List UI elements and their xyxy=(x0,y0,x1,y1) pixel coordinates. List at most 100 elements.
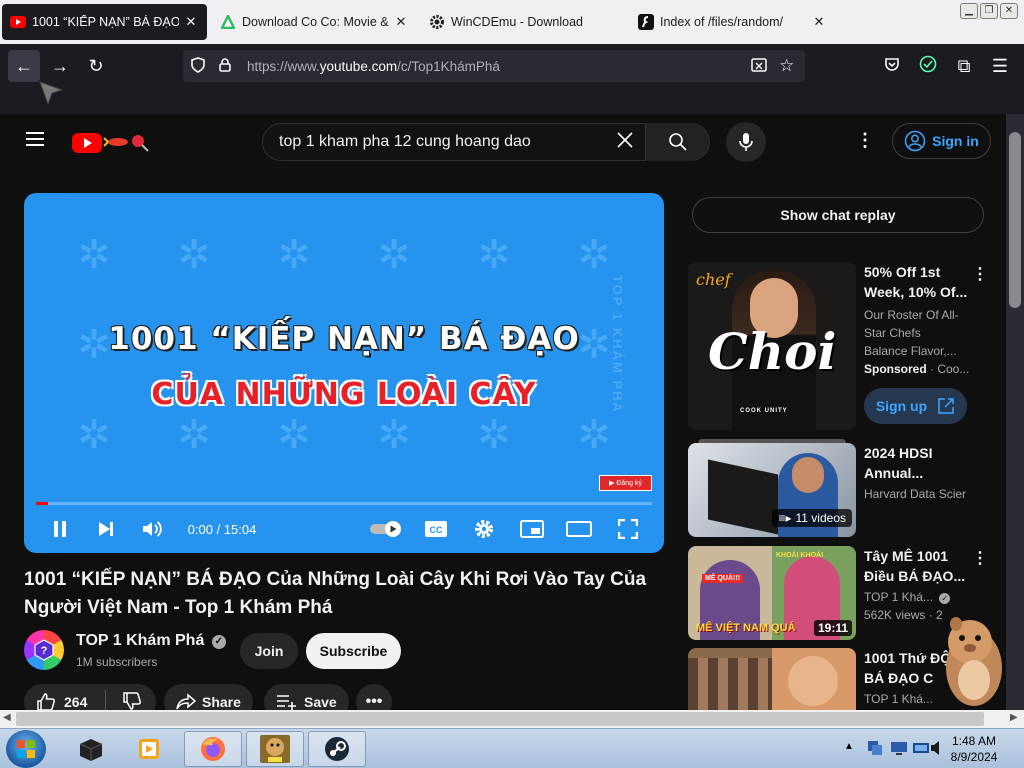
join-button[interactable]: Join xyxy=(240,633,298,669)
close-tab-icon[interactable]: ✕ xyxy=(393,14,409,30)
channel-avatar[interactable]: ? xyxy=(24,630,64,670)
maximize-icon[interactable]: ❐ xyxy=(980,3,998,19)
next-button[interactable] xyxy=(92,511,120,547)
voice-search-button[interactable] xyxy=(726,122,766,162)
ad-big-text: Choi xyxy=(708,322,837,381)
autoplay-toggle[interactable] xyxy=(368,511,404,547)
video-card-title[interactable]: Tây MÊ 1001 Điều BÁ ĐẠO... xyxy=(864,546,982,586)
thumb-tag: KHOÁI KHOÁI xyxy=(776,552,824,559)
playlist-card[interactable]: ≡▸ 11 videos 2024 HDSI Annual... Harvard… xyxy=(688,439,1004,539)
tray-icon-volume[interactable] xyxy=(930,739,944,762)
taskbar-firefox[interactable] xyxy=(184,731,242,767)
bookmark-star-icon[interactable]: ☆ xyxy=(779,56,797,76)
guide-menu-button[interactable] xyxy=(24,130,48,154)
video-overlay-title: 1001 “KIẾP NẠN” BÁ ĐẠO xyxy=(108,321,580,357)
snowflake-decoration: ✲ xyxy=(177,233,211,277)
snowflake-decoration: ✲ xyxy=(277,233,311,277)
scroll-right-icon[interactable]: ▶ xyxy=(1010,712,1018,723)
taskbar-app-box[interactable] xyxy=(62,731,120,767)
apk-icon xyxy=(220,14,236,30)
vertical-scrollbar[interactable] xyxy=(1006,114,1024,710)
tab-youtube[interactable]: 1001 “KIẾP NẠN” BÁ ĐẠO Củ ✕ xyxy=(2,4,207,40)
settings-more-button[interactable]: ⋮ xyxy=(856,130,874,154)
subscribe-badge[interactable]: ▶ Đăng ký xyxy=(599,475,652,491)
like-button[interactable]: 264 xyxy=(36,692,87,712)
more-vertical-icon[interactable]: ⋮ xyxy=(972,548,988,568)
video-progress-bar[interactable] xyxy=(36,502,652,505)
settings-button[interactable] xyxy=(470,511,498,547)
extensions-button[interactable]: ⧉ xyxy=(948,50,980,82)
taskbar-game-box[interactable] xyxy=(246,731,304,767)
ad-signup-button[interactable]: Sign up xyxy=(864,388,967,424)
pause-button[interactable] xyxy=(46,511,74,547)
search-button[interactable] xyxy=(645,123,709,161)
ad-title[interactable]: 50% Off 1st Week, 10% Of... xyxy=(864,262,982,302)
url-text[interactable]: https://www.youtube.com/c/Top1KhámPhá xyxy=(247,59,751,74)
scroll-left-icon[interactable]: ◀ xyxy=(3,712,11,723)
lock-icon[interactable] xyxy=(219,57,235,75)
tab-index-files[interactable]: Index of /files/random/ ✕ xyxy=(630,4,835,40)
volume-button[interactable] xyxy=(138,511,166,547)
video-overlay-subtitle: CỦA NHỮNG LOÀI CÂY xyxy=(151,377,537,412)
video-thumbnail[interactable]: KHOÁI KHOÁI MÊ QUÁ!!! MÊ VIỆT NAM QUÁ 19… xyxy=(688,546,856,640)
sign-in-button[interactable]: Sign in xyxy=(892,123,991,159)
search-input[interactable]: top 1 kham pha 12 cung hoang dao xyxy=(263,133,605,151)
start-button[interactable] xyxy=(6,730,46,768)
forward-button[interactable]: → xyxy=(44,50,76,82)
menu-button[interactable]: ☰ xyxy=(984,50,1016,82)
show-chat-replay-button[interactable]: Show chat replay xyxy=(692,197,984,233)
reader-view-icon[interactable] xyxy=(751,57,769,75)
channel-name[interactable]: TOP 1 Khám Phá ✓ xyxy=(76,632,226,650)
snowflake-decoration: ✲ xyxy=(377,413,411,457)
shield-icon[interactable] xyxy=(191,56,207,76)
closed-captions-icon: CC xyxy=(425,521,447,537)
search-box[interactable]: top 1 kham pha 12 cung hoang dao xyxy=(262,123,710,161)
horizontal-scrollbar[interactable]: ◀ ▶ xyxy=(0,710,1024,728)
channel-row: ? TOP 1 Khám Phá ✓ 1M subscribers Join S… xyxy=(24,630,664,672)
tray-icon-display[interactable] xyxy=(890,739,908,762)
address-bar[interactable]: https://www.youtube.com/c/Top1KhámPhá ☆ xyxy=(183,50,805,82)
close-window-icon[interactable]: ✕ xyxy=(1000,3,1018,19)
pocket-button[interactable] xyxy=(876,50,908,82)
clear-search-icon[interactable] xyxy=(605,131,645,154)
scrollbar-thumb[interactable] xyxy=(16,712,984,726)
hand xyxy=(788,656,838,706)
tray-icon-network[interactable] xyxy=(866,739,884,762)
playlist-thumbnail[interactable]: ≡▸ 11 videos xyxy=(688,443,856,537)
tab-wincdemu[interactable]: WinCDEmu - Download xyxy=(421,4,626,40)
fullscreen-button[interactable] xyxy=(614,511,642,547)
system-clock[interactable]: 1:48 AM 8/9/2024 xyxy=(944,733,1004,765)
ad-thumbnail[interactable]: chef Choi COOK UNITY xyxy=(688,262,856,430)
video-player[interactable]: ✲ ✲ ✲ ✲ ✲ ✲ ✲ ✲ ✲ ✲ ✲ ✲ ✲ ✲ 1001 “KIẾP N… xyxy=(24,193,664,553)
taskbar-steam[interactable] xyxy=(308,731,366,767)
snowflake-decoration: ✲ xyxy=(77,233,111,277)
taskbar-media-player[interactable] xyxy=(120,731,178,767)
save-playlist-icon xyxy=(277,695,296,710)
reload-button[interactable]: ↻ xyxy=(80,50,112,82)
video-card-channel[interactable]: TOP 1 Khá... ✓ xyxy=(864,588,982,606)
media-player-icon xyxy=(139,739,159,759)
tray-icon-computer[interactable] xyxy=(912,739,930,762)
snowflake-decoration: ✲ xyxy=(477,413,511,457)
subscribe-button[interactable]: Subscribe xyxy=(306,633,401,669)
minimize-icon[interactable]: ▁ xyxy=(960,3,978,19)
duration-badge: 19:11 xyxy=(813,620,852,636)
extension-check-button[interactable] xyxy=(912,50,944,82)
more-vertical-icon[interactable]: ⋮ xyxy=(972,264,988,284)
snowflake-decoration: ✲ xyxy=(577,233,611,277)
back-button[interactable]: ← xyxy=(8,50,40,82)
scrollbar-thumb[interactable] xyxy=(1009,132,1021,308)
close-tab-icon[interactable]: ✕ xyxy=(183,14,199,30)
youtube-logo[interactable] xyxy=(72,131,162,155)
playlist-title[interactable]: 2024 HDSI Annual... xyxy=(864,443,982,483)
video-thumbnail[interactable] xyxy=(688,648,856,710)
show-hidden-icons[interactable]: ▲ xyxy=(844,741,854,752)
miniplayer-button[interactable] xyxy=(518,511,546,547)
sponsored-card[interactable]: chef Choi COOK UNITY 50% Off 1st Week, 1… xyxy=(688,262,1004,432)
network-icon xyxy=(868,741,882,755)
theater-mode-button[interactable] xyxy=(564,511,594,547)
playlist-channel[interactable]: Harvard Data Scier xyxy=(864,485,982,503)
close-tab-icon[interactable]: ✕ xyxy=(811,14,827,30)
captions-button[interactable]: CC xyxy=(422,511,450,547)
tab-download-coco[interactable]: Download Co Co: Movie & V ✕ xyxy=(212,4,417,40)
